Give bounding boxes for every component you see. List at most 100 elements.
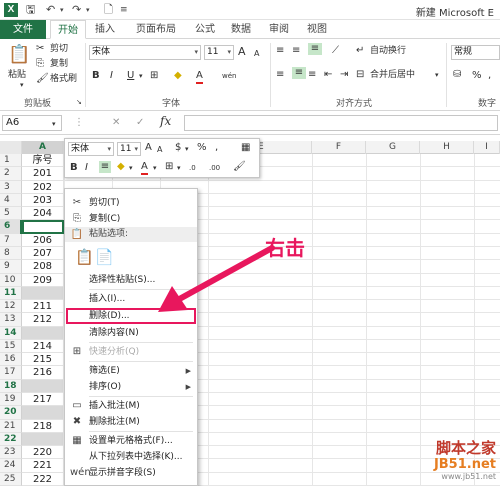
dialog-launcher-icon[interactable]: ↘ — [76, 96, 82, 108]
tab-insert[interactable]: 插入 — [88, 20, 122, 39]
mini-shrink-font-button[interactable]: A — [157, 144, 162, 156]
column-header-a[interactable]: A — [22, 141, 64, 154]
row-header[interactable]: 1 — [0, 154, 22, 168]
row-header[interactable]: 18 — [0, 379, 22, 394]
cell-a[interactable] — [22, 220, 64, 234]
redo-icon[interactable]: ↷ — [72, 2, 81, 18]
tab-review[interactable]: 审阅 — [262, 20, 296, 39]
tab-data[interactable]: 数据 — [224, 20, 258, 39]
border-icon[interactable]: ⊞ — [150, 70, 158, 82]
number-format-select[interactable]: 常规 — [451, 45, 500, 60]
cell-a[interactable] — [22, 379, 64, 394]
cell-a[interactable]: 208 — [22, 260, 64, 274]
copy-button[interactable]: 复制 — [50, 58, 68, 70]
cut-button[interactable]: 剪切 — [50, 43, 68, 55]
cell-a[interactable]: 218 — [22, 419, 64, 433]
row-header[interactable]: 7 — [0, 233, 22, 247]
mini-bold-button[interactable]: B — [70, 162, 78, 174]
bold-button[interactable]: B — [92, 70, 100, 82]
cell-a[interactable]: 201 — [22, 167, 64, 181]
mini-grow-font-button[interactable]: A — [145, 142, 152, 154]
cell-a[interactable]: 222 — [22, 472, 64, 486]
font-color-button[interactable]: A — [196, 70, 203, 84]
row-header[interactable]: 22 — [0, 432, 22, 447]
enter-icon[interactable]: ✓ — [136, 117, 144, 129]
menu-item[interactable]: 排序(O) ▶ — [65, 379, 197, 395]
row-header[interactable]: 9 — [0, 260, 22, 274]
menu-item[interactable]: 从下拉列表中选择(K)... — [65, 449, 197, 465]
menu-item[interactable]: 筛选(E) ▶ — [65, 363, 197, 379]
align-middle-icon[interactable]: ≡ — [292, 45, 300, 57]
wrap-text-button[interactable]: 自动换行 — [370, 45, 406, 57]
mini-format-cells-icon[interactable]: ▦ — [241, 142, 250, 154]
mini-decrease-decimal-button[interactable]: .00 — [209, 162, 220, 174]
menu-item[interactable]: ▦ 设置单元格格式(F)... — [65, 433, 197, 449]
row-header[interactable]: 25 — [0, 472, 22, 486]
increase-indent-icon[interactable]: ⇥ — [340, 69, 348, 81]
format-painter-button[interactable]: 格式刷 — [50, 73, 77, 85]
mini-size-select[interactable]: 11 ▾ — [117, 142, 141, 156]
cell-a[interactable] — [22, 326, 64, 340]
orientation-icon[interactable]: ⟋ — [332, 45, 339, 57]
customize-qat-icon[interactable]: ≡ — [120, 2, 128, 18]
cell-a[interactable]: 203 — [22, 193, 64, 208]
row-header[interactable]: 17 — [0, 366, 22, 380]
mini-font-color-dropdown-icon[interactable]: ▾ — [153, 162, 157, 174]
row-header[interactable]: 15 — [0, 339, 22, 354]
mini-border-dropdown-icon[interactable]: ▾ — [177, 162, 181, 174]
cell-a[interactable] — [22, 406, 64, 420]
fill-color-icon[interactable]: ◆ — [174, 70, 182, 82]
align-right-icon[interactable]: ≡ — [308, 69, 316, 81]
align-bottom-icon[interactable]: ≡ — [308, 43, 322, 55]
tab-view[interactable]: 视图 — [300, 20, 334, 39]
paste-icon[interactable]: 📋 — [75, 248, 94, 266]
cell-a[interactable]: 214 — [22, 339, 64, 354]
mini-font-select[interactable]: 宋体 ▾ — [68, 142, 114, 156]
redo-dropdown-icon[interactable]: ▾ — [86, 2, 90, 18]
row-header[interactable]: 5 — [0, 207, 22, 221]
save-icon[interactable]: 🖫 — [26, 2, 35, 18]
paste-icon[interactable]: 📋 — [8, 45, 30, 65]
cell-a[interactable]: 221 — [22, 459, 64, 473]
undo-dropdown-icon[interactable]: ▾ — [60, 2, 64, 18]
phonetic-button[interactable]: wén — [222, 70, 236, 82]
row-header[interactable]: 11 — [0, 286, 22, 301]
select-all-button[interactable] — [0, 141, 22, 154]
row-header[interactable]: 10 — [0, 273, 22, 287]
align-top-icon[interactable]: ≡ — [276, 45, 284, 57]
mini-fill-color-icon[interactable]: ◆ — [117, 161, 125, 173]
mini-comma-button[interactable]: , — [215, 142, 218, 154]
row-header[interactable]: 2 — [0, 167, 22, 181]
cell-a[interactable] — [22, 432, 64, 447]
new-file-icon[interactable]: 🗋 — [104, 2, 113, 18]
tab-file[interactable]: 文件 — [0, 20, 46, 39]
cell-a[interactable]: 206 — [22, 233, 64, 247]
cell-a[interactable]: 212 — [22, 313, 64, 327]
align-left-icon[interactable]: ≡ — [276, 69, 284, 81]
cell-a[interactable]: 207 — [22, 246, 64, 261]
menu-item[interactable]: ▭ 插入批注(M) — [65, 398, 197, 414]
mini-increase-decimal-button[interactable]: .0 — [189, 162, 196, 174]
grow-font-button[interactable]: A — [238, 46, 246, 58]
mini-format-painter-icon[interactable]: 🖌 — [233, 161, 246, 173]
paste-dropdown-icon[interactable]: ▾ — [20, 79, 24, 91]
insert-function-button[interactable]: fx — [160, 115, 171, 127]
menu-item[interactable]: ✖ 删除批注(M) — [65, 414, 197, 430]
cell-a[interactable]: 204 — [22, 207, 64, 221]
cancel-icon[interactable]: ✕ — [112, 117, 120, 129]
comma-button[interactable]: , — [488, 70, 491, 82]
shrink-font-button[interactable]: A — [254, 48, 259, 60]
font-name-select[interactable]: 宋体 ▾ — [89, 45, 201, 60]
menu-item[interactable]: 清除内容(N) — [65, 325, 197, 341]
percent-button[interactable]: % — [472, 70, 482, 82]
merge-dropdown-icon[interactable]: ▾ — [435, 69, 439, 81]
mini-border-icon[interactable]: ⊞ — [165, 161, 173, 173]
mini-font-color-button[interactable]: A — [141, 161, 148, 175]
name-box-dropdown-icon[interactable]: ▾ — [52, 118, 56, 130]
cell-a[interactable]: 202 — [22, 180, 64, 194]
cell-a[interactable] — [22, 286, 64, 301]
paste-values-icon[interactable]: 📄 — [95, 248, 114, 266]
row-header[interactable]: 23 — [0, 446, 22, 460]
mini-currency-dropdown-icon[interactable]: ▾ — [185, 143, 189, 155]
column-header-h[interactable]: H — [420, 141, 474, 154]
